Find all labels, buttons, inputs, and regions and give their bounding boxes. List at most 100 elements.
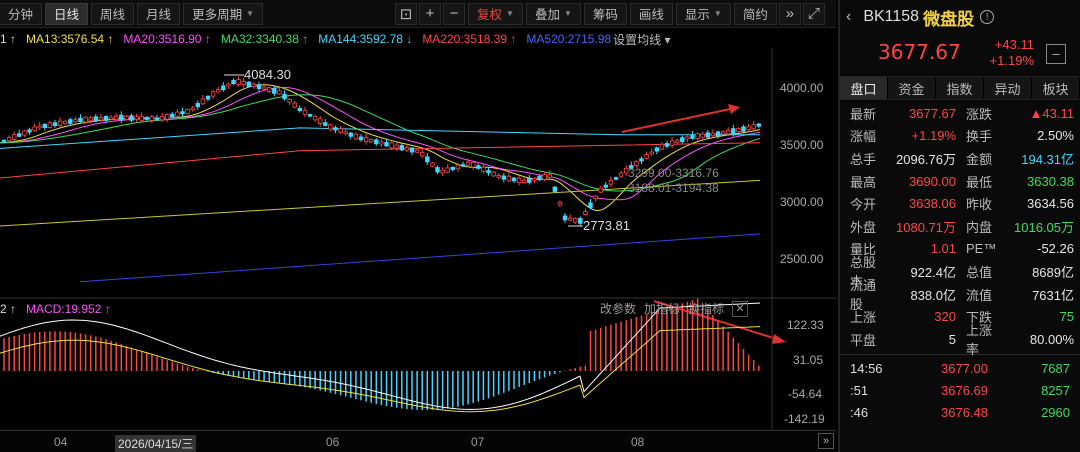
quote-row: 今开 3638.06 昨收 3634.56 xyxy=(840,192,1080,215)
chevron-down-icon: ▼ xyxy=(506,9,514,18)
candle-body xyxy=(501,175,506,180)
tab-funds[interactable]: 资金 xyxy=(888,77,936,99)
candle-body xyxy=(557,201,563,206)
candle-body xyxy=(695,133,700,140)
candle-body xyxy=(537,176,542,181)
candle-body xyxy=(11,134,17,140)
simple-button[interactable]: 简约 xyxy=(733,2,777,25)
ma-legend-item: MA20:3516.90 ↑ xyxy=(123,32,211,46)
candle-body xyxy=(348,132,353,137)
tick-list: 14:56 3677.00 7687:51 3676.69 8257:46 3676.48… xyxy=(840,358,1080,424)
candle-body xyxy=(460,164,466,167)
candle-body xyxy=(527,178,532,183)
ma520-line xyxy=(79,233,761,283)
candle-body xyxy=(731,128,736,134)
change-params-button[interactable]: 改参数 xyxy=(600,300,636,317)
kline-chart[interactable] xyxy=(0,48,836,430)
macd-axis-label: 122.33 xyxy=(787,318,824,332)
fast-forward-icon[interactable]: » xyxy=(778,2,801,25)
candle-body xyxy=(47,122,53,128)
chevron-left-icon[interactable]: ‹ xyxy=(846,8,851,26)
trend-arrow-head xyxy=(728,104,740,114)
candle-body xyxy=(328,124,333,130)
switch-indicator-button[interactable]: 换指标 xyxy=(688,300,724,317)
macd-legend: 2 ↑ MACD:19.952 ↑ xyxy=(0,300,111,318)
candle-body xyxy=(190,107,195,111)
period-minute-button[interactable]: 分钟 xyxy=(0,2,43,25)
quote-value: 838.0亿 xyxy=(910,287,956,303)
candle-body xyxy=(639,158,644,162)
date-axis: 04 2026/04/15/三 06 07 08 » xyxy=(0,430,836,452)
candle-body xyxy=(307,114,313,117)
tab-index[interactable]: 指数 xyxy=(936,77,984,99)
price-axis-label: 3000.00 xyxy=(780,195,824,209)
candle-body xyxy=(690,134,695,139)
candle-body xyxy=(134,116,139,120)
candle-body xyxy=(226,83,231,87)
candle-body xyxy=(445,167,450,173)
period-month-button[interactable]: 月线 xyxy=(137,2,181,25)
quote-label: 流值 xyxy=(966,287,993,303)
candle-body xyxy=(287,99,292,103)
quote-label: 外盘 xyxy=(850,219,877,235)
quote-value: +1.19% xyxy=(911,128,956,144)
macd-prefix: 2 ↑ xyxy=(0,302,17,316)
scroll-right-icon[interactable]: » xyxy=(818,433,834,449)
close-icon[interactable]: ✕ xyxy=(732,300,749,317)
candle-body xyxy=(6,137,12,142)
quote-label: 总值 xyxy=(966,264,993,280)
chart-area[interactable] xyxy=(0,48,836,452)
candle-body xyxy=(114,115,119,121)
ma-legend-item: MA220:3518.39 ↑ xyxy=(422,32,517,46)
more-period-dropdown[interactable]: 更多周期 ▼ xyxy=(183,2,263,25)
tab-sector[interactable]: 板块 xyxy=(1032,77,1080,99)
lock-icon[interactable]: ⊡ xyxy=(395,2,417,25)
ma-settings-button[interactable]: 设置均线 ▾ xyxy=(613,31,670,48)
display-label: 显示 xyxy=(684,8,710,22)
quote-row: 最新 3677.67 涨跌 ▲43.11 xyxy=(840,102,1080,125)
candle-body xyxy=(603,184,608,188)
adjust-dropdown[interactable]: 复权 ▼ xyxy=(468,2,523,25)
zoom-out-icon[interactable]: − xyxy=(443,2,465,25)
price-axis-label: 3500.00 xyxy=(780,138,824,152)
candle-body xyxy=(547,173,552,178)
quote-row: 最高 3690.00 最低 3630.38 xyxy=(840,170,1080,193)
candle-body xyxy=(573,218,578,223)
collapse-icon[interactable]: − xyxy=(1046,44,1066,64)
price-block: 3677.67 +43.11 +1.19% − xyxy=(840,34,1080,72)
candle-body xyxy=(430,162,435,167)
fullscreen-icon[interactable]: ⤢ xyxy=(802,2,825,25)
candle-body xyxy=(741,126,746,132)
candle-body xyxy=(119,114,124,121)
zoom-in-icon[interactable]: + xyxy=(419,2,441,25)
info-icon[interactable]: ! xyxy=(980,10,995,24)
quote-value: 320 xyxy=(934,309,956,325)
add-indicator-button[interactable]: 加指标 xyxy=(644,300,680,317)
period-week-button[interactable]: 周线 xyxy=(91,2,135,25)
period-day-button[interactable]: 日线 xyxy=(45,2,89,25)
quote-value: 3630.38 xyxy=(1027,173,1074,189)
tab-order-book[interactable]: 盘口 xyxy=(840,77,888,99)
candle-body xyxy=(185,109,190,114)
candle-body xyxy=(205,95,211,100)
draw-line-button[interactable]: 画线 xyxy=(629,2,673,25)
overlay-dropdown[interactable]: 叠加 ▼ xyxy=(525,2,581,25)
candle-body xyxy=(726,129,731,135)
quote-value: 3677.67 xyxy=(909,105,956,121)
candle-body xyxy=(374,139,379,145)
candle-body xyxy=(57,120,63,126)
tab-movement[interactable]: 异动 xyxy=(984,77,1032,99)
display-dropdown[interactable]: 显示 ▼ xyxy=(675,2,731,25)
ma-legend-item: MA520:2715.98 xyxy=(526,32,612,46)
candle-body xyxy=(700,133,705,138)
quote-row: 涨幅 +1.19% 换手 2.50% xyxy=(840,125,1080,148)
candle-body xyxy=(476,165,481,169)
tick-price: 3676.69 xyxy=(941,383,988,399)
tick-volume: 2960 xyxy=(1041,405,1070,421)
quote-value: 194.31亿 xyxy=(1021,151,1074,167)
date-label: 07 xyxy=(471,435,485,449)
candle-body xyxy=(108,116,114,120)
chips-button[interactable]: 筹码 xyxy=(583,2,627,25)
candle-body xyxy=(720,131,726,135)
overlay-label: 叠加 xyxy=(534,8,560,22)
